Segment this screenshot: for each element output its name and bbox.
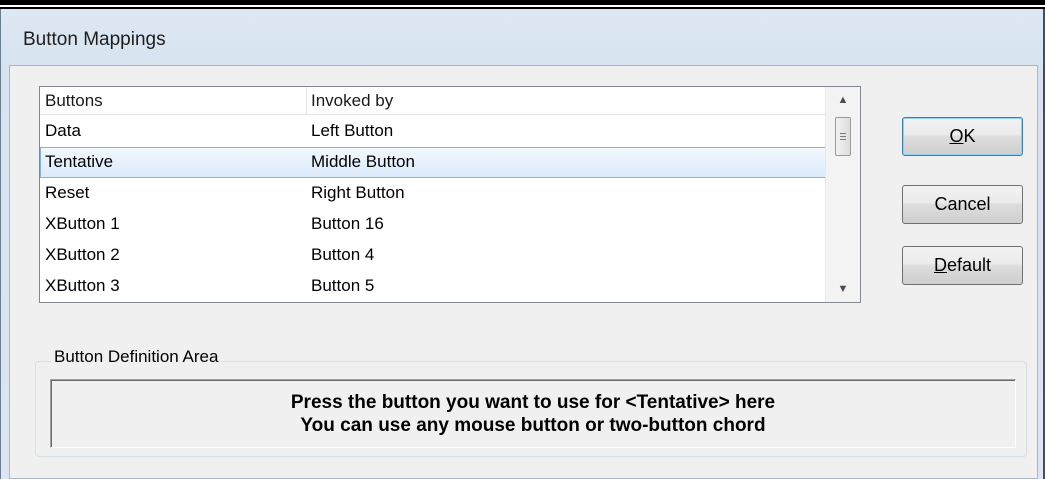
groupbox-label: Button Definition Area	[51, 347, 222, 367]
vertical-scrollbar[interactable]: ▲ ▼	[825, 87, 860, 302]
dialog-title: Button Mappings	[23, 29, 166, 50]
column-header-buttons[interactable]: Buttons	[45, 91, 103, 111]
button-definition-area[interactable]: Press the button you want to use for <Te…	[50, 379, 1016, 448]
row-button-name: Reset	[45, 183, 90, 202]
button-mappings-dialog: Button Mappings Buttons Invoked by Data …	[0, 9, 1045, 479]
header-divider[interactable]	[306, 87, 307, 115]
thumb-grip-line	[840, 133, 846, 134]
scroll-up-button[interactable]: ▲	[826, 87, 860, 113]
column-header-invoked-by[interactable]: Invoked by	[311, 91, 393, 111]
list-row-selected[interactable]: Tentative Middle Button	[40, 147, 826, 178]
default-accelerator: D	[933, 255, 947, 275]
row-button-name: Data	[45, 121, 81, 140]
dialog-client-area: Buttons Invoked by Data Left Button Tent…	[9, 65, 1038, 479]
list-row[interactable]: Data Left Button	[40, 116, 826, 147]
row-button-name: XButton 1	[45, 214, 120, 233]
list-header: Buttons Invoked by	[40, 87, 826, 115]
row-button-name: Tentative	[45, 152, 114, 171]
thumb-grip-line	[840, 136, 846, 137]
ok-button[interactable]: OK	[902, 117, 1023, 156]
row-invoked-by: Button 5	[311, 276, 375, 295]
default-button[interactable]: Default	[902, 246, 1023, 285]
row-invoked-by: Right Button	[311, 183, 405, 202]
list-row[interactable]: Reset Right Button	[40, 178, 826, 209]
list-rows: Data Left Button Tentative Middle Button…	[40, 116, 826, 302]
ok-accelerator: O	[949, 126, 964, 146]
list-row[interactable]: XButton 1 Button 16	[40, 209, 826, 240]
list-row[interactable]: XButton 2 Button 4	[40, 240, 826, 271]
row-invoked-by: Button 16	[311, 214, 384, 233]
top-border-gap	[0, 5, 1045, 7]
thumb-grip-line	[840, 139, 846, 140]
row-button-name: XButton 3	[45, 276, 120, 295]
button-mapping-list[interactable]: Buttons Invoked by Data Left Button Tent…	[39, 86, 861, 303]
list-row[interactable]: XButton 3 Button 5	[40, 271, 826, 302]
definition-instruction-line2: You can use any mouse button or two-butt…	[300, 415, 766, 436]
row-invoked-by: Left Button	[311, 121, 394, 140]
scroll-thumb[interactable]	[835, 117, 851, 156]
ok-label-rest: K	[963, 126, 976, 146]
definition-instruction-line1: Press the button you want to use for <Te…	[290, 392, 776, 413]
row-invoked-by: Middle Button	[311, 152, 415, 171]
row-button-name: XButton 2	[45, 245, 120, 264]
down-arrow-icon: ▼	[837, 283, 849, 295]
scroll-down-button[interactable]: ▼	[826, 276, 860, 302]
up-arrow-icon: ▲	[837, 94, 849, 106]
row-invoked-by: Button 4	[311, 245, 375, 264]
cancel-button[interactable]: Cancel	[902, 185, 1023, 224]
default-label-rest: efault	[946, 255, 992, 275]
